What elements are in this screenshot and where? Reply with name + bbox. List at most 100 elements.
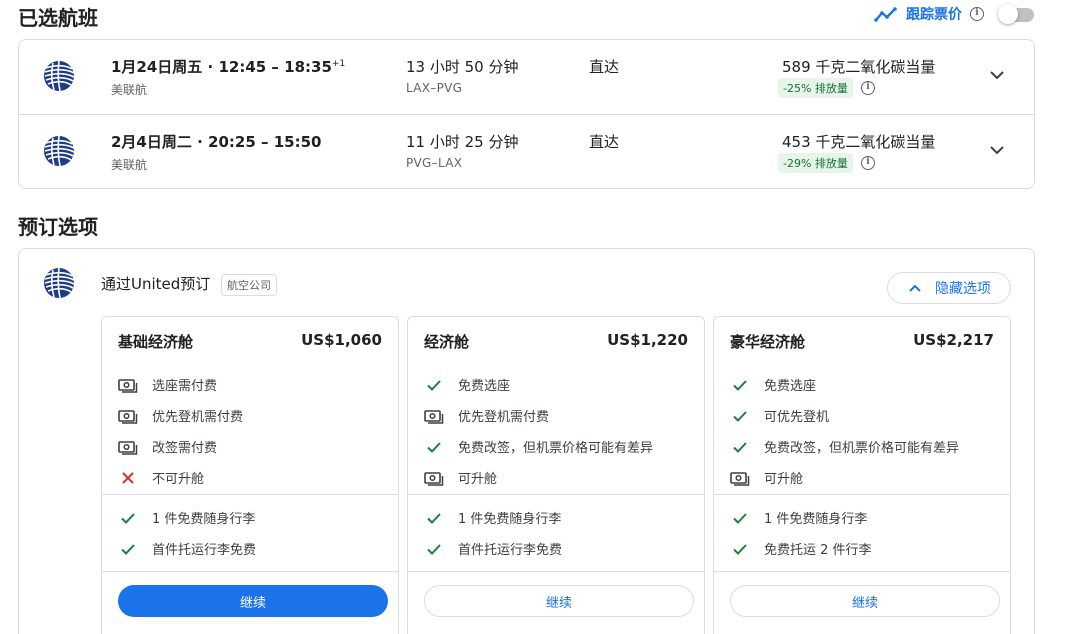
chevron-down-icon[interactable] xyxy=(988,66,1006,84)
check-icon xyxy=(424,539,444,559)
fare-baggage: 首件托运行李免费 xyxy=(118,533,256,564)
airline-tag: 航空公司 xyxy=(221,274,277,296)
check-icon xyxy=(730,406,750,426)
emissions-badge: -25% 排放量 xyxy=(778,78,853,98)
fare-baggage-text: 首件托运行李免费 xyxy=(458,543,563,558)
track-prices-toggle[interactable] xyxy=(998,4,1036,24)
track-prices-label[interactable]: 跟踪票价 xyxy=(906,4,962,24)
fare-baggage-text: 1 件免费随身行李 xyxy=(764,512,868,527)
fare-feature-text: 可优先登机 xyxy=(764,410,830,425)
flight-airline: 美联航 xyxy=(111,83,148,97)
fare-feature-text: 不可升舱 xyxy=(152,472,205,487)
fare-name: 经济舱 xyxy=(424,333,470,351)
flight-row[interactable]: 1月24日周五 · 12:45 – 18:35+1 美联航 13 小时 50 分… xyxy=(19,40,1034,114)
booking-options-title: 预订选项 xyxy=(18,215,98,239)
fare-feature: 免费改签，但机票价格可能有差异 xyxy=(730,431,959,462)
fare-baggage: 1 件免费随身行李 xyxy=(118,502,256,533)
fare-feature: 免费选座 xyxy=(424,369,653,400)
day-offset: +1 xyxy=(331,59,346,69)
chevron-down-icon[interactable] xyxy=(988,141,1006,159)
fare-price: US$1,060 xyxy=(301,331,382,349)
hide-options-label: 隐藏选项 xyxy=(935,281,991,297)
fare-baggage-text: 1 件免费随身行李 xyxy=(152,512,256,527)
fare-baggage-text: 1 件免费随身行李 xyxy=(458,512,562,527)
check-icon xyxy=(730,539,750,559)
fare-baggage: 首件托运行李免费 xyxy=(424,533,562,564)
check-icon xyxy=(730,437,750,457)
fare-name: 基础经济舱 xyxy=(118,333,194,351)
flight-route: LAX–PVG xyxy=(406,81,463,95)
fare-feature: 不可升舱 xyxy=(118,462,243,493)
fare-baggage-text: 首件托运行李免费 xyxy=(152,543,257,558)
fare-feature: 可升舱 xyxy=(730,462,959,493)
fare-feature-text: 免费改签，但机票价格可能有差异 xyxy=(458,441,654,456)
divider xyxy=(408,494,704,495)
fare-feature: 免费改签，但机票价格可能有差异 xyxy=(424,431,653,462)
emissions-badge: -29% 排放量 xyxy=(778,153,853,173)
fare-feature-text: 可升舱 xyxy=(764,472,804,487)
hide-options-button[interactable]: 隐藏选项 xyxy=(887,272,1011,304)
fare-baggage: 免费托运 2 件行李 xyxy=(730,533,872,564)
divider xyxy=(408,571,704,572)
fare-feature-text: 改签需付费 xyxy=(152,441,218,456)
check-icon xyxy=(118,508,138,528)
fare-price: US$2,217 xyxy=(913,331,994,349)
money-icon xyxy=(118,437,138,457)
fare-card: 豪华经济舱 US$2,217 免费选座可优先登机免费改签，但机票价格可能有差异 可升舱… xyxy=(713,316,1011,634)
selected-flights-title: 已选航班 xyxy=(18,6,98,30)
flight-datetime: 1月24日周五 · 12:45 – 18:35+1 xyxy=(111,58,346,76)
continue-button[interactable]: 继续 xyxy=(118,585,388,617)
fare-card: 经济舱 US$1,220 免费选座 优先登机需付费 免费改签，但机票价格可能有差异 可升舱… xyxy=(407,316,705,634)
check-icon xyxy=(118,539,138,559)
united-logo-icon xyxy=(42,266,76,300)
flight-row[interactable]: 2月4日周二 · 20:25 – 15:50 美联航 11 小时 25 分钟 P… xyxy=(19,114,1034,188)
info-icon[interactable]: i xyxy=(970,7,984,21)
money-icon xyxy=(424,468,444,488)
cross-icon xyxy=(118,468,138,488)
divider xyxy=(714,571,1010,572)
money-icon xyxy=(424,406,444,426)
fare-name: 豪华经济舱 xyxy=(730,333,806,351)
fare-feature-text: 优先登机需付费 xyxy=(458,410,550,425)
fare-baggage: 1 件免费随身行李 xyxy=(730,502,872,533)
fare-feature-text: 免费选座 xyxy=(458,379,511,394)
money-icon xyxy=(118,375,138,395)
flight-stops: 直达 xyxy=(589,133,620,151)
continue-button[interactable]: 继续 xyxy=(424,585,694,617)
united-logo-icon xyxy=(42,134,76,168)
divider xyxy=(102,494,398,495)
fare-baggage: 1 件免费随身行李 xyxy=(424,502,562,533)
check-icon xyxy=(424,508,444,528)
flight-datetime: 2月4日周二 · 20:25 – 15:50 xyxy=(111,133,322,151)
flight-route: PVG–LAX xyxy=(406,156,463,170)
fare-feature-text: 免费改签，但机票价格可能有差异 xyxy=(764,441,960,456)
money-icon xyxy=(730,468,750,488)
flight-emissions: 453 千克二氧化碳当量 xyxy=(782,133,936,151)
fare-feature: 优先登机需付费 xyxy=(424,400,653,431)
flight-stops: 直达 xyxy=(589,58,620,76)
check-icon xyxy=(730,375,750,395)
info-icon[interactable]: i xyxy=(860,156,875,170)
flight-airline: 美联航 xyxy=(111,158,148,172)
selected-flights-card: 1月24日周五 · 12:45 – 18:35+1 美联航 13 小时 50 分… xyxy=(18,39,1035,189)
check-icon xyxy=(424,375,444,395)
fare-feature-text: 选座需付费 xyxy=(152,379,218,394)
fare-feature: 优先登机需付费 xyxy=(118,400,243,431)
continue-button[interactable]: 继续 xyxy=(730,585,1000,617)
fare-feature-text: 优先登机需付费 xyxy=(152,410,244,425)
booking-option-card: 通过United预订 航空公司 隐藏选项 基础经济舱 US$1,060 选座需付费优… xyxy=(18,248,1035,634)
check-icon xyxy=(424,437,444,457)
fare-feature: 可升舱 xyxy=(424,462,653,493)
fare-feature-text: 免费选座 xyxy=(764,379,817,394)
fare-feature: 免费选座 xyxy=(730,369,959,400)
flight-emissions: 589 千克二氧化碳当量 xyxy=(782,58,936,76)
money-icon xyxy=(118,406,138,426)
divider xyxy=(714,494,1010,495)
chevron-up-icon xyxy=(909,284,921,292)
fare-card: 基础经济舱 US$1,060 选座需付费优先登机需付费 改签需付费不可升舱 1 件免费随… xyxy=(101,316,399,634)
fare-feature: 选座需付费 xyxy=(118,369,243,400)
info-icon[interactable]: i xyxy=(860,81,875,95)
trend-icon xyxy=(874,7,897,22)
track-prices[interactable]: 跟踪票价 i xyxy=(874,4,1036,24)
fare-baggage-text: 免费托运 2 件行李 xyxy=(764,543,872,558)
